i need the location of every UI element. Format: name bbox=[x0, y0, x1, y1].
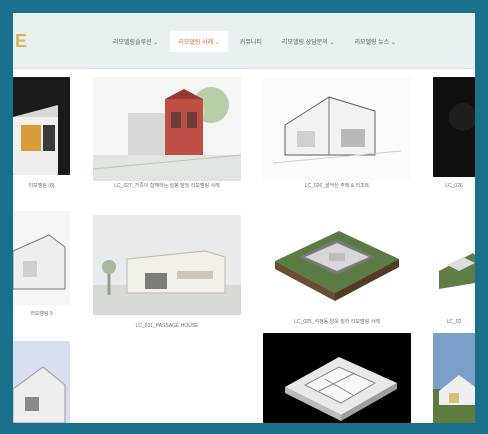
project-caption[interactable]: 리모델링 (8) bbox=[13, 183, 70, 190]
top-navigation: E 리모델링솔루션 ⌄ 리모델링 사례 ⌄ 커뮤니티 리모델링 상담문의 ⌄ 리… bbox=[13, 13, 475, 68]
project-caption[interactable]: 리모델링 5 bbox=[13, 311, 70, 318]
project-thumbnail[interactable] bbox=[263, 333, 411, 423]
nav-item-remodeling-solution[interactable]: 리모델링솔루션 ⌄ bbox=[105, 31, 166, 52]
house-render-image bbox=[13, 77, 70, 175]
nav-item-community[interactable]: 커뮤니티 bbox=[232, 31, 270, 52]
house-render-image bbox=[433, 333, 475, 423]
project-thumbnail[interactable] bbox=[433, 333, 475, 423]
main-menu: 리모델링솔루션 ⌄ 리모델링 사례 ⌄ 커뮤니티 리모델링 상담문의 ⌄ 리모델… bbox=[105, 30, 404, 52]
project-caption[interactable]: LC_025_석정동 양옥 빌라 리모델링 사례 bbox=[263, 319, 411, 326]
project-caption[interactable]: LC_026 bbox=[433, 183, 475, 190]
nav-item-remodeling-cases[interactable]: 리모델링 사례 ⌄ bbox=[170, 30, 228, 52]
project-thumbnail[interactable] bbox=[263, 213, 411, 313]
project-caption[interactable]: LC_031_PASSAGE HOUSE bbox=[93, 323, 241, 330]
house-sketch-image bbox=[13, 211, 70, 305]
project-caption[interactable]: LC_02 bbox=[433, 319, 475, 326]
project-thumbnail[interactable] bbox=[263, 77, 411, 181]
aerial-model-image bbox=[263, 213, 411, 313]
house-render-image bbox=[13, 341, 70, 423]
project-thumbnail[interactable] bbox=[433, 213, 475, 309]
project-thumbnail[interactable] bbox=[93, 215, 241, 315]
project-caption[interactable]: LC_027_가족이 함께하는 설봉 빌딩 리모델링 사례 bbox=[93, 183, 241, 190]
dark-render-image bbox=[433, 77, 475, 177]
project-thumbnail[interactable] bbox=[93, 77, 241, 181]
project-thumbnail[interactable] bbox=[433, 77, 475, 177]
nav-item-consultation[interactable]: 리모델링 상담문의 ⌄ bbox=[274, 31, 343, 52]
building-sketch-image bbox=[93, 77, 241, 181]
aerial-model-image bbox=[433, 213, 475, 309]
site-logo[interactable]: E bbox=[15, 31, 27, 52]
floorplan-3d-image bbox=[263, 333, 411, 423]
project-caption[interactable]: LC_026_설악산 주택 & 리조트 bbox=[263, 183, 411, 190]
house-line-drawing-image bbox=[263, 77, 411, 181]
browser-viewport: E 리모델링솔루션 ⌄ 리모델링 사례 ⌄ 커뮤니티 리모델링 상담문의 ⌄ 리… bbox=[13, 13, 475, 423]
nav-item-news[interactable]: 리모델링 뉴스 ⌄ bbox=[346, 31, 403, 52]
passage-house-render-image bbox=[93, 215, 241, 315]
project-thumbnail[interactable] bbox=[13, 77, 70, 175]
project-thumbnail[interactable] bbox=[13, 341, 70, 423]
project-thumbnail[interactable] bbox=[13, 211, 70, 305]
